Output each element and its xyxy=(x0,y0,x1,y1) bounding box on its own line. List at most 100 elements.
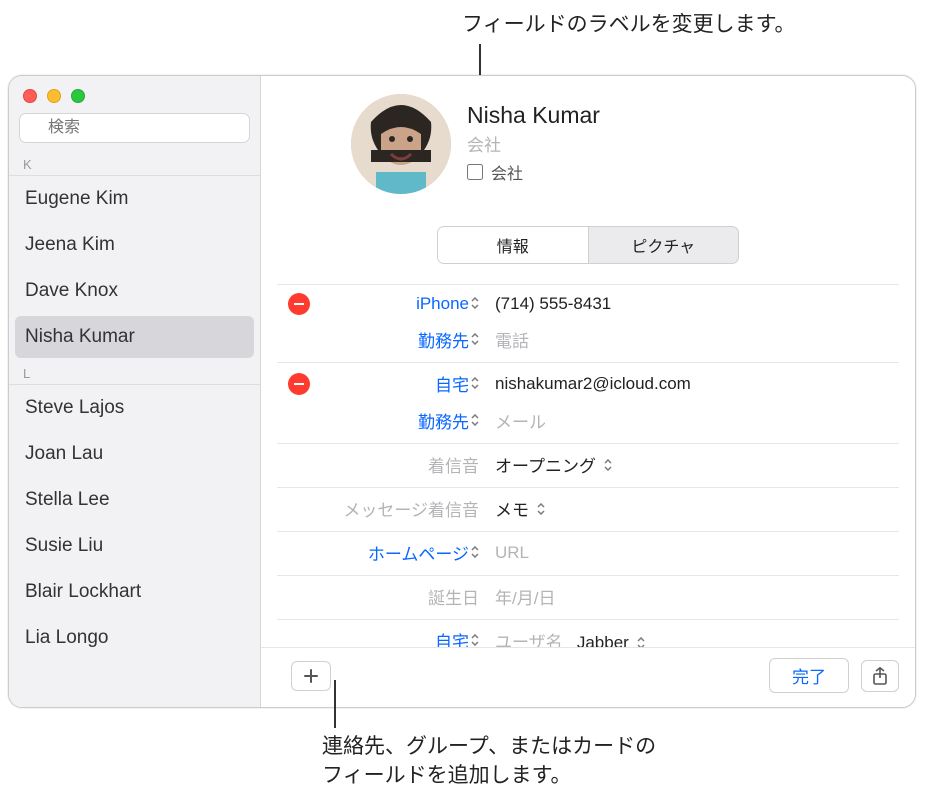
contact-name-text: Steve Lajos xyxy=(25,397,124,418)
callout-bottom-line1: 連絡先、グループ、またはカードの xyxy=(322,732,656,761)
contact-name-text: Joan Lau xyxy=(25,443,103,464)
email-label-select[interactable]: 自宅 xyxy=(321,371,485,396)
field-row-email: 自宅 nishakumar2@icloud.com xyxy=(277,362,899,402)
list-item[interactable]: Jeena Kim xyxy=(9,222,260,268)
delete-phone-button[interactable] xyxy=(288,293,310,315)
done-button[interactable]: 完了 xyxy=(769,658,849,693)
tab-picture[interactable]: ピクチャ xyxy=(588,227,739,263)
fields-area: iPhone (714) 555-8431 勤務先 電話 xyxy=(277,280,899,647)
chevron-updown-icon xyxy=(471,631,479,648)
field-row-texttone: メッセージ着信音 メモ xyxy=(277,487,899,527)
segmented-control: 情報 ピクチャ xyxy=(437,226,739,264)
card-header: Nisha Kumar 会社 会社 xyxy=(261,76,915,200)
name-block: Nisha Kumar 会社 会社 xyxy=(467,94,600,184)
avatar[interactable] xyxy=(351,94,451,194)
field-row-homepage: ホームページ URL xyxy=(277,531,899,571)
texttone-value-text: メモ xyxy=(495,496,529,521)
phone2-label-select[interactable]: 勤務先 xyxy=(321,327,485,352)
contact-name-text: Jeena Kim xyxy=(25,234,115,255)
add-field-button[interactable] xyxy=(291,661,331,691)
phone-label-text: iPhone xyxy=(416,294,469,314)
phone-value[interactable]: (714) 555-8431 xyxy=(485,294,899,314)
email2-label-text: 勤務先 xyxy=(418,408,469,433)
homepage-label-select[interactable]: ホームページ xyxy=(321,540,485,565)
list-item[interactable]: Susie Liu xyxy=(9,523,260,569)
search-wrap xyxy=(9,109,260,151)
callout-top-text: フィールドのラベルを変更します。 xyxy=(462,13,795,36)
email-value[interactable]: nishakumar2@icloud.com xyxy=(485,374,899,394)
company-checkbox[interactable] xyxy=(467,164,483,180)
phone-label-select[interactable]: iPhone xyxy=(321,294,485,314)
birthday-label: 誕生日 xyxy=(321,584,485,609)
contact-name-text: Dave Knox xyxy=(25,280,118,301)
im-value-area: ユーザ名 Jabber xyxy=(485,628,899,647)
phone2-label-text: 勤務先 xyxy=(418,327,469,352)
chevron-updown-icon xyxy=(471,374,479,394)
detail-pane: Nisha Kumar 会社 会社 情報 ピクチャ xyxy=(261,76,915,707)
texttone-label: メッセージ着信音 xyxy=(321,496,485,521)
contact-name-text: Susie Liu xyxy=(25,535,103,556)
tab-info[interactable]: 情報 xyxy=(438,227,588,263)
tab-picture-label: ピクチャ xyxy=(631,239,695,256)
list-item[interactable]: Eugene Kim xyxy=(9,176,260,222)
im-label-text: 自宅 xyxy=(435,628,469,647)
field-row-phone: iPhone (714) 555-8431 xyxy=(277,284,899,321)
share-button[interactable] xyxy=(861,660,899,692)
delete-email-button[interactable] xyxy=(288,373,310,395)
phone2-placeholder[interactable]: 電話 xyxy=(485,327,899,352)
list-item[interactable]: Joan Lau xyxy=(9,431,260,477)
list-item[interactable]: Dave Knox xyxy=(9,268,260,314)
list-item[interactable]: Blair Lockhart xyxy=(9,569,260,615)
minimize-icon[interactable] xyxy=(47,89,61,103)
list-item[interactable]: Steve Lajos xyxy=(9,385,260,431)
contact-name-text: Lia Longo xyxy=(25,627,108,648)
birthday-placeholder[interactable]: 年/月/日 xyxy=(485,584,899,609)
close-icon[interactable] xyxy=(23,89,37,103)
ringtone-value-text: オープニング xyxy=(495,452,596,477)
im-username-placeholder[interactable]: ユーザ名 xyxy=(495,633,563,647)
email2-label-select[interactable]: 勤務先 xyxy=(321,408,485,433)
field-row-email2: 勤務先 メール xyxy=(277,402,899,439)
contact-name-text: Stella Lee xyxy=(25,489,110,510)
field-row-birthday: 誕生日 年/月/日 xyxy=(277,575,899,615)
texttone-select[interactable]: メモ xyxy=(485,496,899,521)
callout-top: フィールドのラベルを変更します。 xyxy=(462,10,795,39)
chevron-updown-icon xyxy=(471,411,479,431)
callout-bottom-line2: フィールドを追加します。 xyxy=(322,761,656,790)
tab-info-label: 情報 xyxy=(497,239,529,256)
email-label-text: 自宅 xyxy=(435,371,469,396)
field-row-phone2: 勤務先 電話 xyxy=(277,321,899,358)
company-checkbox-row: 会社 xyxy=(467,160,600,184)
field-row-ringtone: 着信音 オープニング xyxy=(277,443,899,483)
list-item[interactable]: Lia Longo xyxy=(9,615,260,661)
homepage-placeholder[interactable]: URL xyxy=(485,543,899,563)
done-button-label: 完了 xyxy=(792,668,826,687)
email2-placeholder[interactable]: メール xyxy=(485,408,899,433)
im-label-select[interactable]: 自宅 xyxy=(321,628,485,647)
search-input[interactable] xyxy=(19,113,250,143)
field-row-im: 自宅 ユーザ名 Jabber xyxy=(277,619,899,647)
contact-full-name[interactable]: Nisha Kumar xyxy=(467,102,600,129)
contact-name-text: Eugene Kim xyxy=(25,188,129,209)
window-controls xyxy=(9,76,260,109)
contact-name-text: Blair Lockhart xyxy=(25,581,141,602)
ringtone-select[interactable]: オープニング xyxy=(485,452,899,477)
section-header-k: K xyxy=(9,151,260,176)
chevron-updown-icon xyxy=(637,637,645,647)
company-field[interactable]: 会社 xyxy=(467,131,600,156)
im-service-text: Jabber xyxy=(577,633,629,647)
zoom-icon[interactable] xyxy=(71,89,85,103)
section-header-l: L xyxy=(9,360,260,385)
chevron-updown-icon xyxy=(537,503,545,515)
chevron-updown-icon xyxy=(471,330,479,350)
contact-name-text: Nisha Kumar xyxy=(25,326,135,347)
im-service-select[interactable]: Jabber xyxy=(577,633,645,647)
callout-bottom-line xyxy=(334,680,336,728)
card-footer: 完了 xyxy=(261,647,915,707)
chevron-updown-icon xyxy=(471,543,479,563)
list-item[interactable]: Stella Lee xyxy=(9,477,260,523)
chevron-updown-icon xyxy=(471,294,479,314)
callout-bottom: 連絡先、グループ、またはカードの フィールドを追加します。 xyxy=(322,732,656,791)
list-item-selected[interactable]: Nisha Kumar xyxy=(15,316,254,358)
sidebar: K Eugene Kim Jeena Kim Dave Knox Nisha K… xyxy=(9,76,261,707)
